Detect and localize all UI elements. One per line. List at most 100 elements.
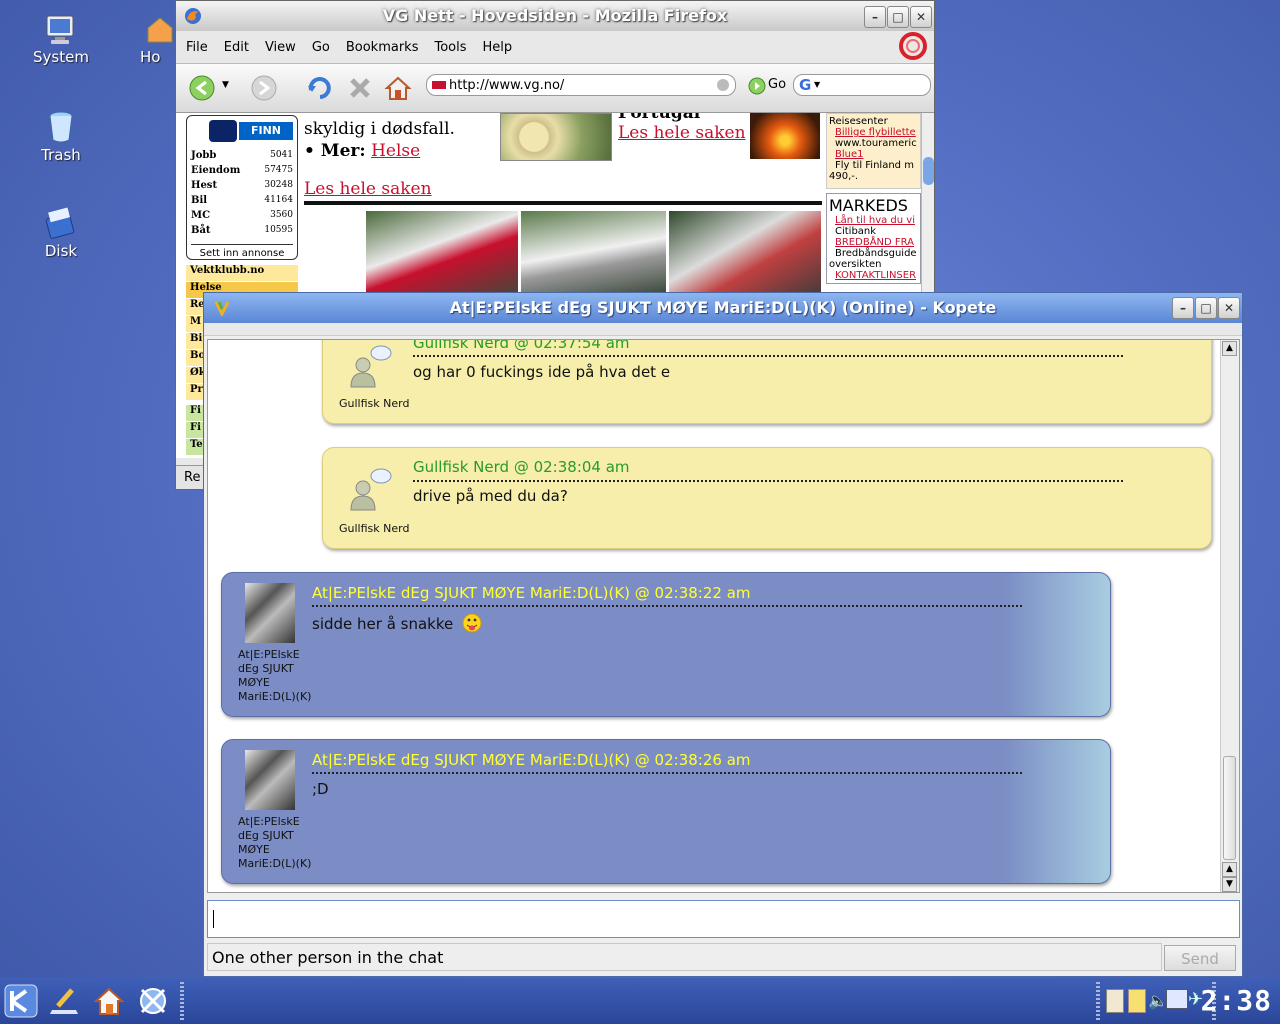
scroll-up-button[interactable]: ▲	[1222, 862, 1237, 877]
klipper-icon[interactable]	[1106, 989, 1124, 1013]
feed-icon	[717, 79, 729, 91]
clock[interactable]: 2:38	[1201, 984, 1272, 1017]
portugal-fragment: Portugal	[618, 113, 701, 123]
firefox-navbar: ▼ http://www.vg.no/ Go G ▼	[176, 63, 934, 113]
trash-icon	[49, 111, 73, 143]
firefox-titlebar[interactable]: VG Nett - Hovedsiden - Mozilla Firefox –…	[176, 1, 934, 31]
ad-link[interactable]: Billige flybillette	[829, 127, 918, 138]
menu-go[interactable]: Go	[312, 40, 330, 55]
url-input[interactable]: http://www.vg.no/	[426, 74, 736, 96]
ad-link[interactable]: KONTAKTLINSER	[829, 270, 918, 281]
menu-tools[interactable]: Tools	[434, 40, 466, 55]
avatar-label: Gullfisk Nerd	[339, 522, 410, 535]
site-favicon-icon	[432, 81, 446, 89]
nav-item[interactable]: Vektklubb.no	[186, 265, 298, 282]
ad-text: Reisesenter	[829, 116, 888, 127]
desktop-icon-system[interactable]: System	[26, 14, 96, 66]
desktop-icon-trash[interactable]: Trash	[26, 110, 96, 164]
google-search-icon: G	[799, 76, 812, 94]
firefox-title: VG Nett - Hovedsiden - Mozilla Firefox	[382, 6, 728, 25]
kopete-chat-window[interactable]: At|E:PElskE dEg SJUKT MØYE MariE:D(L)(K)…	[203, 292, 1243, 977]
bus-crash-image[interactable]	[669, 211, 821, 301]
system-tray: 🔈 ✈	[1104, 987, 1204, 1015]
menu-edit[interactable]: Edit	[224, 40, 249, 55]
desktop-icon-home[interactable]: Ho	[140, 14, 180, 66]
menu-view[interactable]: View	[265, 40, 296, 55]
ad-text: Fly til Finland m	[835, 160, 914, 171]
ad-text: 490,-.	[829, 171, 859, 182]
finn-row[interactable]: Bil 41164	[191, 195, 293, 210]
notes-icon[interactable]	[1128, 989, 1146, 1013]
stop-icon[interactable]	[346, 74, 374, 102]
menu-bookmarks[interactable]: Bookmarks	[346, 40, 419, 55]
header-divider	[413, 480, 1123, 482]
kopete-titlebar[interactable]: At|E:PElskE dEg SJUKT MØYE MariE:D(L)(K)…	[204, 293, 1242, 323]
scroll-down-button[interactable]: ▼	[1222, 877, 1237, 892]
status-text: Re	[184, 470, 201, 485]
home-icon[interactable]	[384, 74, 412, 102]
maximize-button[interactable]: □	[1195, 297, 1217, 319]
menu-help[interactable]: Help	[483, 40, 513, 55]
scroll-thumb[interactable]	[923, 157, 934, 185]
message-header: At|E:PElskE dEg SJUKT MØYE MariE:D(L)(K)…	[312, 584, 751, 602]
desktop-icon-label: System	[33, 48, 89, 66]
ad-link[interactable]: Lån til hva du vi	[829, 215, 918, 226]
chat-status: One other person in the chat	[207, 943, 1162, 971]
go-button-label[interactable]: Go	[768, 77, 786, 92]
ad-link[interactable]: BREDBÅND FRA	[829, 237, 918, 248]
message-text: sidde her å snakke	[312, 615, 454, 633]
chat-message: Gullfisk Nerd Gullfisk Nerd @ 02:38:04 a…	[322, 447, 1212, 549]
minimize-button[interactable]: –	[1172, 297, 1194, 319]
volume-icon[interactable]: 🔈	[1148, 991, 1168, 1010]
desktop-icon-disk[interactable]: Disk	[26, 206, 96, 260]
user-avatar-photo	[245, 583, 295, 643]
close-button[interactable]: ✕	[910, 6, 932, 28]
menu-file[interactable]: File	[186, 40, 208, 55]
message-text: og har 0 fuckings ide på hva det e	[413, 363, 671, 381]
les-hele-saken-link[interactable]: Les hele saken	[618, 123, 746, 143]
search-input[interactable]: G ▼	[793, 74, 931, 96]
network-icon[interactable]	[1166, 989, 1188, 1009]
finn-row[interactable]: MC 3560	[191, 210, 293, 225]
message-input[interactable]	[207, 900, 1240, 938]
finn-row[interactable]: Jobb 5041	[191, 150, 293, 165]
ad-text: Bredbåndsguide	[835, 248, 917, 259]
maximize-button[interactable]: □	[887, 6, 909, 28]
firefox-app-icon	[185, 8, 201, 24]
mer-link[interactable]: Helse	[371, 141, 420, 161]
fire-image[interactable]	[750, 113, 820, 159]
minimize-button[interactable]: –	[864, 6, 886, 28]
close-button[interactable]: ✕	[1218, 297, 1240, 319]
show-desktop-icon[interactable]	[48, 984, 82, 1018]
message-header: Gullfisk Nerd @ 02:37:54 am	[413, 339, 630, 352]
go-arrow-icon[interactable]	[748, 77, 766, 95]
finn-add-button[interactable]: Sett inn annonse	[191, 244, 293, 259]
back-arrow-icon[interactable]	[188, 74, 216, 102]
header-divider	[312, 772, 1022, 774]
search-engine-dropdown-icon[interactable]: ▼	[814, 80, 820, 89]
chat-message-view[interactable]: Gullfisk Nerd Gullfisk Nerd @ 02:37:54 a…	[207, 339, 1240, 893]
buddy-avatar-icon	[350, 345, 392, 388]
back-dropdown-icon[interactable]: ▼	[222, 80, 229, 90]
send-button[interactable]: Send	[1164, 945, 1236, 971]
reload-icon[interactable]	[306, 74, 334, 102]
les-hele-saken-link[interactable]: Les hele saken	[304, 179, 432, 199]
ad-link[interactable]: Blue1	[829, 149, 918, 160]
finn-row[interactable]: Eiendom 57475	[191, 165, 293, 180]
bus-crash-image[interactable]	[521, 211, 666, 301]
home-icon[interactable]	[92, 984, 126, 1018]
bus-crash-image[interactable]	[366, 211, 518, 301]
ad-text: Citibank	[835, 226, 877, 237]
mer-line: • Mer: Helse	[304, 141, 420, 161]
desktop-icon-label: Ho	[140, 48, 161, 66]
finn-row[interactable]: Båt 10595	[191, 225, 293, 240]
scroll-up-button[interactable]: ▲	[1222, 341, 1237, 356]
konqueror-icon[interactable]	[136, 984, 170, 1018]
forward-arrow-icon[interactable]	[250, 74, 278, 102]
pills-image[interactable]	[500, 113, 612, 161]
chat-scrollbar[interactable]: ▲ ▲ ▼	[1220, 340, 1239, 892]
scroll-thumb[interactable]	[1223, 756, 1236, 860]
firefox-menubar: File Edit View Go Bookmarks Tools Help	[176, 31, 934, 63]
finn-row[interactable]: Hest 30248	[191, 180, 293, 195]
kde-menu-icon[interactable]	[4, 984, 38, 1018]
